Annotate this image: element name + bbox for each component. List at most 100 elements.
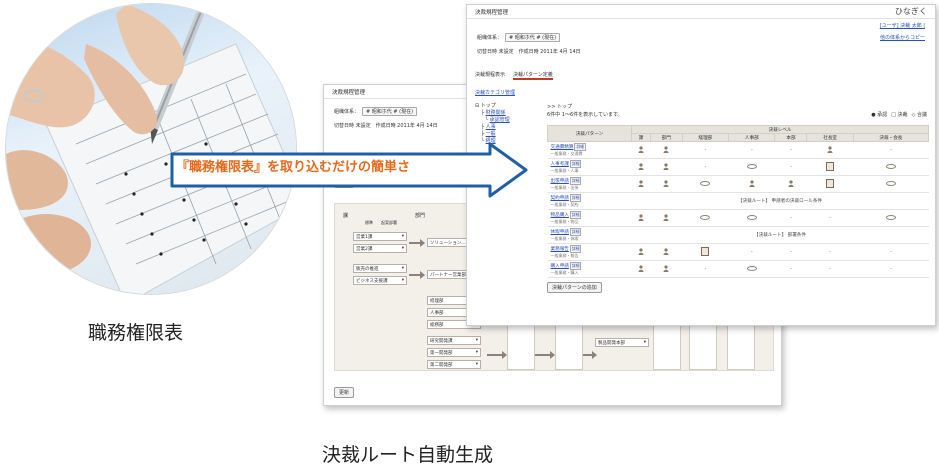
back-org-label: 組織体系： [334, 109, 360, 115]
level-cell [631, 243, 651, 261]
level-cell: - [853, 243, 929, 261]
col-sub-standard: 標準 [365, 220, 373, 225]
level-cell: - [774, 209, 807, 227]
route-lane [653, 324, 681, 370]
front-date-row: 切替日時 未設定 作成日時 2011年 4月 14日 [467, 48, 935, 55]
route-arrow [409, 239, 425, 247]
tab-pattern-definition[interactable]: 決裁パターン定義 [513, 71, 553, 80]
level-cell: - [806, 209, 854, 227]
pattern-name[interactable]: 休暇申請 詳細 [551, 228, 632, 236]
tab-approval-table[interactable]: 決裁規程表示 [475, 71, 505, 80]
pattern-name-cell[interactable]: 物品購入 詳細 一般業務・物品 [547, 209, 632, 227]
legend-item: ● 承認 [871, 112, 888, 118]
level-cell [650, 209, 683, 227]
level-cell: - [728, 243, 775, 261]
table-row[interactable]: 出張申請 詳細 一般業務・出張 [547, 175, 929, 193]
route-box[interactable]: 研究開発課 ▾ [427, 336, 481, 345]
pattern-name[interactable]: 業務報告 詳細 [551, 245, 632, 253]
level-cell: - [682, 158, 729, 176]
front-app-title: 決裁規程管理 [475, 9, 509, 16]
route-lane [507, 324, 535, 370]
level-cell [853, 209, 929, 227]
back-org-select[interactable]: # 昭和ホ代 # (現在) [362, 107, 418, 116]
front-date-line: 切替日時 未設定 作成日時 2011年 4月 14日 [477, 49, 581, 55]
stamp-icon [746, 265, 757, 271]
caption-route-generation: 決裁ルート自動生成 [322, 444, 494, 466]
level-cell [682, 209, 729, 227]
level-cell: - [853, 141, 929, 159]
tree-item[interactable]: └ 承認管理 [475, 117, 545, 124]
level-cell [631, 158, 651, 176]
pattern-name-cell[interactable]: 出張申請 詳細 一般業務・出張 [547, 175, 632, 193]
route-box[interactable]: ビジネス支援課 ▾ [353, 276, 407, 285]
stamp-icon [746, 214, 757, 220]
pattern-name-cell[interactable]: 人事考課 詳細 一般業務・人事 [547, 158, 632, 176]
empty-mark: - [750, 249, 753, 255]
empty-mark: - [790, 249, 792, 255]
person-icon [749, 179, 755, 187]
level-cell: - [774, 260, 807, 278]
level-cell: - [728, 141, 775, 159]
table-row[interactable]: 業務報告 詳細 一般業務・報告 - - - - [547, 243, 929, 261]
pattern-sub: 一般業務・契約 [550, 202, 579, 207]
pattern-name[interactable]: 人事考課 詳細 [551, 160, 632, 168]
front-org-select[interactable]: # 昭和ホ代 # (現在) [505, 33, 561, 42]
table-row[interactable]: 人事考課 詳細 一般業務・人事 - - [547, 158, 929, 176]
level-cell: - [682, 141, 729, 159]
route-box[interactable]: 販売の推進 ▾ [353, 264, 407, 273]
pattern-name[interactable]: 物品購入 詳細 [551, 211, 632, 219]
route-box[interactable]: 営業2課 ▾ [353, 244, 407, 253]
empty-mark: - [890, 266, 892, 272]
tree-item[interactable]: ├ 人事 [475, 124, 545, 131]
detail-button[interactable]: 詳細 [569, 245, 582, 253]
route-box[interactable]: 営業1課 ▾ [353, 232, 407, 241]
tree-item[interactable]: ⊟ トップ [475, 103, 545, 110]
pattern-name[interactable]: 購入申請 詳細 [551, 262, 632, 270]
category-link[interactable]: 決裁カテゴリ管理 [475, 90, 515, 96]
pattern-table-body: 交通費精算 詳細 一般業務・交通費 - - - - 人事考課 詳細 一般業務・人事 - - 出張申請 詳細… [547, 141, 929, 278]
tree-item[interactable]: ├ 財務関係 [475, 110, 545, 117]
detail-button[interactable]: 詳細 [569, 160, 582, 168]
pattern-name[interactable]: 出張申請 詳細 [551, 177, 632, 185]
add-pattern-button[interactable]: 決裁パターンの追加 [547, 282, 602, 293]
th-level: 経理部 [681, 133, 730, 142]
table-row[interactable]: 物品購入 詳細 一般業務・物品 - - [547, 209, 929, 227]
person-icon [663, 162, 669, 170]
pattern-name-cell[interactable]: 休暇申請 詳細 一般業務・休暇 [547, 226, 632, 244]
table-row[interactable]: 交通費精算 詳細 一般業務・交通費 - - - - [547, 141, 929, 159]
tree-item[interactable]: ├ 一般 [475, 131, 545, 138]
count-line: 6件中 1～6件を表示しています。 [547, 112, 623, 118]
detail-button[interactable]: 詳細 [569, 211, 582, 219]
level-cell [682, 243, 729, 261]
table-row[interactable]: 休暇申請 詳細 一般業務・休暇 【決裁ルート】 部署条件 [547, 226, 929, 244]
route-box[interactable]: 第二開発部 ▾ [427, 360, 481, 369]
pattern-name-cell[interactable]: 購入申請 詳細 一般業務・購入 [547, 260, 632, 278]
route-box[interactable]: 製品開発本部 ▾ [595, 338, 649, 347]
detail-button[interactable]: 詳細 [569, 262, 582, 270]
level-cell: - [774, 141, 807, 159]
pattern-name[interactable]: 交通費精算 詳細 [551, 143, 632, 151]
detail-button[interactable]: 詳細 [569, 228, 582, 236]
pattern-name-cell[interactable]: 契約申請 詳細 一般業務・契約 [547, 192, 632, 210]
copy-from-other-link[interactable]: 他の体系からコピー [880, 34, 925, 41]
table-row[interactable]: 契約申請 詳細 一般業務・契約 【決裁ルート】 申請者の決裁ロール条件 [547, 192, 929, 210]
level-cell [631, 141, 651, 159]
front-user-row: [ユーザ] 決裁 太郎 | [467, 22, 935, 29]
detail-button[interactable]: 詳細 [569, 177, 582, 185]
pattern-name-cell[interactable]: 交通費精算 詳細 一般業務・交通費 [547, 141, 632, 159]
legend-item: ◇ 合議 [911, 112, 927, 118]
table-row[interactable]: 購入申請 詳細 一般業務・購入 - - - - [547, 260, 929, 278]
back-bottom-update-button[interactable]: 更新 [334, 387, 355, 398]
boss-icon [826, 161, 835, 171]
level-cell [682, 175, 729, 193]
person-icon [638, 162, 644, 170]
person-icon [638, 179, 644, 187]
user-links[interactable]: [ユーザ] 決裁 太郎 | [880, 22, 925, 29]
detail-button[interactable]: 詳細 [569, 194, 582, 202]
pattern-name[interactable]: 契約申請 詳細 [551, 194, 632, 202]
detail-button[interactable]: 詳細 [574, 143, 587, 151]
pattern-name-cell[interactable]: 業務報告 詳細 一般業務・報告 [547, 243, 632, 261]
route-box[interactable]: 第一開発部 ▾ [427, 348, 481, 357]
level-cell [728, 260, 775, 278]
legend: ● 承認 □ 決裁 ◇ 合議 [871, 111, 927, 118]
